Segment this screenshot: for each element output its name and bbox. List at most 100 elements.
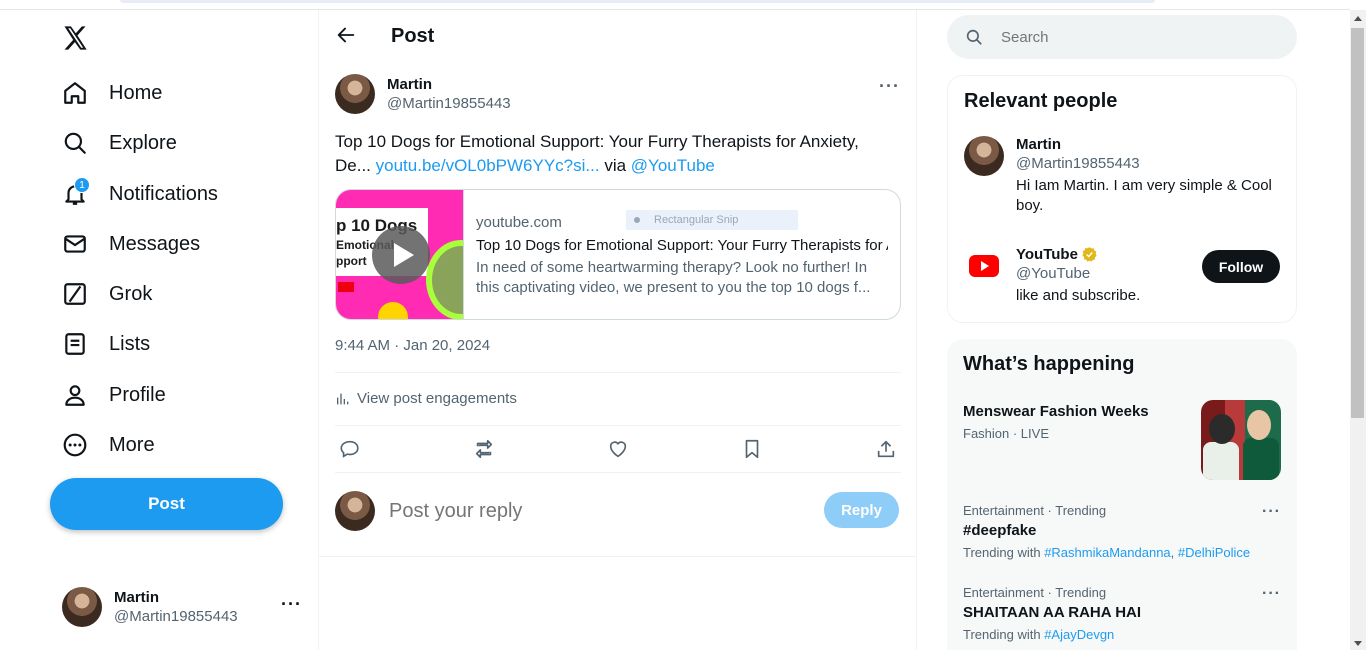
nav-notifications[interactable]: 1 Notifications [60, 174, 218, 214]
page-scrollbar[interactable] [1350, 10, 1366, 650]
reply-icon[interactable] [339, 438, 361, 460]
scroll-down-icon[interactable] [1354, 641, 1362, 646]
main-column: Post Martin @Martin19855443 ··· Top 10 D… [318, 10, 917, 650]
account-more-icon[interactable]: ··· [281, 594, 302, 615]
thumbnail-yellow-dot [378, 302, 408, 319]
back-arrow-icon[interactable] [335, 24, 357, 46]
like-icon[interactable] [607, 438, 629, 460]
tweet-via: via [604, 156, 627, 175]
relevant-people-panel: Relevant people Martin @Martin19855443 H… [947, 75, 1297, 323]
x-logo-icon[interactable] [60, 24, 90, 52]
tweet-timestamp[interactable]: 9:44 AM · Jan 20, 2024 [335, 337, 490, 354]
trend-more-icon[interactable]: ··· [1262, 585, 1281, 603]
youtube-logo-icon[interactable] [964, 246, 1004, 286]
home-icon [60, 78, 90, 108]
tweet-actions [335, 438, 901, 462]
nav-grok-label: Grok [109, 282, 153, 305]
trend-image[interactable] [1201, 400, 1281, 480]
trend-more-icon[interactable]: ··· [1262, 503, 1281, 521]
bell-icon: 1 [60, 177, 90, 209]
whats-happening-panel: What’s happening Menswear Fashion Weeks … [947, 339, 1297, 650]
page-title: Post [391, 25, 435, 47]
envelope-icon [60, 229, 90, 259]
tweet-author[interactable]: Martin @Martin19855443 [335, 74, 511, 114]
view-engagements-label: View post engagements [357, 390, 517, 407]
tweet-more-icon[interactable]: ··· [879, 76, 900, 97]
person-martin[interactable]: Martin @Martin19855443 Hi Iam Martin. I … [964, 136, 1286, 216]
trend-title: SHAITAAN AA RAHA HAI [963, 604, 1142, 621]
trend-with: Trending with #RashmikaMandanna, #DelhiP… [963, 545, 1251, 560]
nav-explore[interactable]: Explore [60, 123, 177, 163]
bookmark-icon[interactable] [741, 438, 763, 460]
nav-profile[interactable]: Profile [60, 375, 166, 415]
search-input[interactable] [1001, 28, 1261, 46]
author-name[interactable]: Martin [387, 76, 511, 93]
list-icon [60, 329, 90, 359]
snip-label: Rectangular Snip [654, 214, 739, 226]
tweet-mention[interactable]: @YouTube [631, 156, 715, 175]
more-circle-icon [60, 430, 90, 460]
tweet-link[interactable]: youtu.be/vOL0bPW6YYc?si... [376, 156, 600, 175]
follow-button[interactable]: Follow [1202, 250, 1280, 283]
reply-button[interactable]: Reply [824, 492, 899, 528]
top-bar [120, 0, 1155, 3]
trend-tag[interactable]: #RashmikaMandanna [1044, 545, 1170, 560]
trend-tag[interactable]: #AjayDevgn [1044, 627, 1114, 642]
nav-more[interactable]: More [60, 425, 155, 465]
trend-item[interactable]: Entertainment · Trending SHAITAAN AA RAH… [963, 585, 1281, 642]
reply-input[interactable] [389, 499, 789, 523]
scroll-up-icon[interactable] [1354, 16, 1362, 21]
trend-tag[interactable]: #DelhiPolice [1178, 545, 1250, 560]
account-switcher[interactable]: Martin @Martin19855443 ··· [62, 586, 302, 628]
nav-lists[interactable]: Lists [60, 324, 150, 364]
person-bio: Hi Iam Martin. I am very simple & Cool b… [1016, 177, 1272, 214]
nav-more-label: More [109, 433, 155, 456]
nav-profile-label: Profile [109, 383, 166, 406]
grok-icon [60, 279, 90, 309]
snip-dot-icon [634, 217, 640, 223]
tweet-text: Top 10 Dogs for Emotional Support: Your … [335, 130, 895, 178]
post-button[interactable]: Post [50, 478, 283, 530]
nav-home-label: Home [109, 81, 163, 104]
view-engagements[interactable]: View post engagements [335, 390, 517, 407]
trend-with: Trending with #AjayDevgn [963, 627, 1281, 642]
trend-item[interactable]: Entertainment · Trending #deepfake Trend… [963, 503, 1281, 560]
right-sidebar: Relevant people Martin @Martin19855443 H… [947, 10, 1297, 650]
nav-messages[interactable]: Messages [60, 224, 200, 264]
repost-icon[interactable] [473, 438, 495, 460]
divider [319, 556, 917, 557]
person-handle: @Martin19855443 [1016, 155, 1140, 172]
verified-badge-icon [1082, 247, 1097, 262]
trend-title: #deepfake [963, 522, 1037, 539]
nav-messages-label: Messages [109, 232, 201, 255]
author-handle[interactable]: @Martin19855443 [387, 95, 511, 112]
divider [335, 472, 901, 473]
trend-image-figure [1203, 442, 1239, 480]
card-description: In need of some heartwarming therapy? Lo… [476, 259, 871, 296]
play-icon[interactable] [372, 226, 430, 284]
search-icon [966, 29, 982, 45]
share-icon[interactable] [875, 438, 897, 460]
video-thumbnail[interactable]: p 10 Dogs Emotional pport [336, 190, 464, 319]
person-name[interactable]: YouTube [1016, 246, 1078, 263]
analytics-icon [337, 393, 349, 404]
nav-notifications-label: Notifications [109, 182, 218, 205]
divider [335, 372, 901, 373]
trend-image-face [1209, 414, 1235, 444]
person-icon [60, 380, 90, 410]
snip-overlay: Rectangular Snip [626, 210, 798, 230]
nav-lists-label: Lists [109, 332, 151, 355]
person-name[interactable]: Martin [1016, 136, 1286, 153]
card-title: Top 10 Dogs for Emotional Support: Your … [476, 237, 888, 254]
search-bar[interactable] [947, 15, 1297, 59]
subscribe-badge [338, 282, 354, 292]
avatar[interactable] [335, 74, 375, 114]
avatar[interactable] [964, 136, 1004, 176]
link-card[interactable]: p 10 Dogs Emotional pport youtube.com To… [335, 189, 901, 320]
notification-badge: 1 [74, 177, 90, 193]
nav-explore-label: Explore [109, 131, 177, 154]
nav-grok[interactable]: Grok [60, 274, 152, 314]
post-header: Post [319, 10, 917, 63]
nav-home[interactable]: Home [60, 73, 162, 113]
scrollbar-thumb[interactable] [1351, 28, 1364, 418]
